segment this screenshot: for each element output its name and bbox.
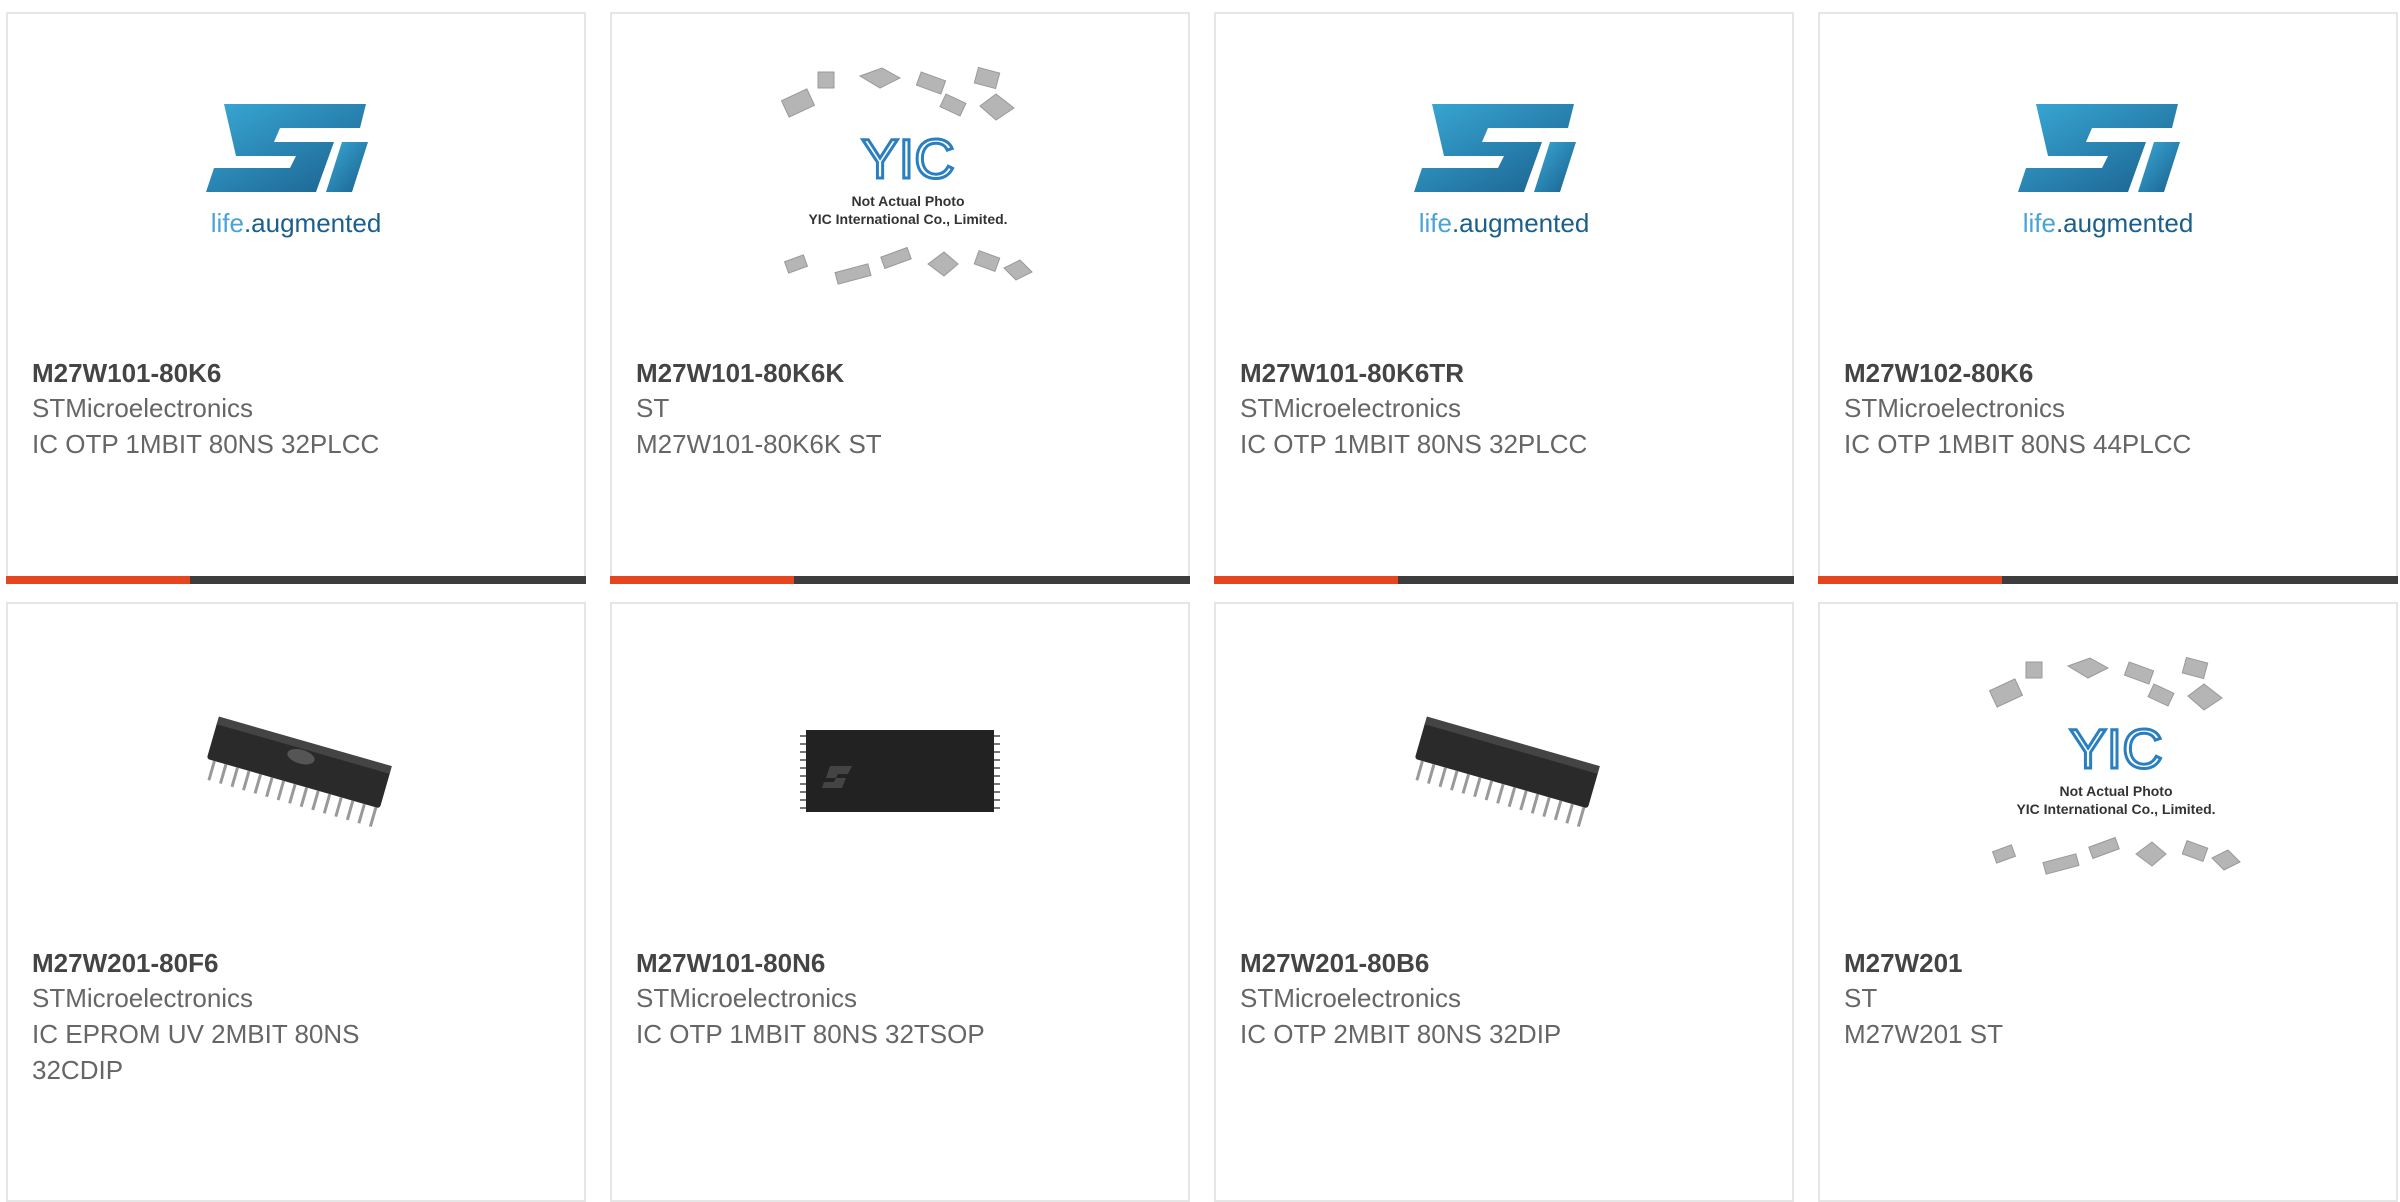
dip-chip-icon bbox=[1415, 716, 1600, 827]
st-logo-icon: life.augmented bbox=[1414, 104, 1590, 238]
part-number[interactable]: M27W101-80K6 bbox=[32, 356, 560, 390]
product-image: YIC Not Actual Photo YIC International C… bbox=[612, 54, 1188, 314]
part-number[interactable]: M27W201 bbox=[1844, 946, 2372, 980]
manufacturer: ST bbox=[1844, 983, 1878, 1013]
svg-text:YIC International Co., Limited: YIC International Co., Limited. bbox=[2016, 801, 2215, 817]
manufacturer: STMicroelectronics bbox=[32, 983, 254, 1013]
svg-text:life.augmented: life.augmented bbox=[1419, 208, 1590, 238]
svg-text:Not Actual Photo: Not Actual Photo bbox=[2059, 783, 2172, 799]
product-grid: life.augmented M27W101-80K6 STMicroelect… bbox=[0, 0, 2400, 1202]
svg-text:life.augmented: life.augmented bbox=[211, 208, 382, 238]
product-card[interactable]: life.augmented M27W102-80K6 STMicroelect… bbox=[1818, 12, 2398, 584]
svg-text:YIC: YIC bbox=[861, 127, 954, 190]
description: IC OTP 1MBIT 80NS 32TSOP bbox=[636, 1019, 985, 1049]
product-card[interactable]: M27W201-80F6 STMicroelectronics IC EPROM… bbox=[6, 602, 586, 1202]
description: IC OTP 2MBIT 80NS 32DIP bbox=[1240, 1019, 1562, 1049]
product-card[interactable]: YIC Not Actual Photo YIC International C… bbox=[1818, 602, 2398, 1202]
description: M27W101-80K6K ST bbox=[636, 429, 882, 459]
description: IC EPROM UV 2MBIT 80NS 32CDIP bbox=[32, 1019, 360, 1085]
tsop-chip-icon bbox=[800, 730, 1000, 812]
part-number[interactable]: M27W102-80K6 bbox=[1844, 356, 2372, 390]
part-number[interactable]: M27W101-80N6 bbox=[636, 946, 1164, 980]
product-card[interactable]: life.augmented M27W101-80K6TR STMicroele… bbox=[1214, 12, 1794, 584]
card-bar bbox=[610, 576, 1190, 584]
product-card[interactable]: life.augmented M27W101-80K6 STMicroelect… bbox=[6, 12, 586, 584]
card-bar bbox=[6, 576, 586, 584]
description: IC OTP 1MBIT 80NS 32PLCC bbox=[1240, 429, 1588, 459]
product-card[interactable]: YIC Not Actual Photo YIC International C… bbox=[610, 12, 1190, 584]
product-card[interactable]: M27W101-80N6 STMicroelectronics IC OTP 1… bbox=[610, 602, 1190, 1202]
product-image: life.augmented bbox=[1216, 54, 1792, 314]
st-logo-icon: life.augmented bbox=[2018, 104, 2194, 238]
product-image bbox=[612, 644, 1188, 904]
part-number[interactable]: M27W201-80B6 bbox=[1240, 946, 1768, 980]
manufacturer: ST bbox=[636, 393, 670, 423]
svg-text:Not Actual Photo: Not Actual Photo bbox=[851, 193, 964, 209]
svg-text:YIC: YIC bbox=[2069, 717, 2162, 780]
part-number[interactable]: M27W201-80F6 bbox=[32, 946, 560, 980]
manufacturer: STMicroelectronics bbox=[636, 983, 858, 1013]
svg-text:YIC International Co., Limited: YIC International Co., Limited. bbox=[808, 211, 1007, 227]
product-card[interactable]: M27W201-80B6 STMicroelectronics IC OTP 2… bbox=[1214, 602, 1794, 1202]
description: IC OTP 1MBIT 80NS 32PLCC bbox=[32, 429, 380, 459]
product-image: life.augmented bbox=[1820, 54, 2396, 314]
product-image bbox=[8, 644, 584, 904]
product-image: life.augmented bbox=[8, 54, 584, 314]
part-number[interactable]: M27W101-80K6TR bbox=[1240, 356, 1768, 390]
description: IC OTP 1MBIT 80NS 44PLCC bbox=[1844, 429, 2192, 459]
manufacturer: STMicroelectronics bbox=[1240, 983, 1462, 1013]
manufacturer: STMicroelectronics bbox=[1240, 393, 1462, 423]
manufacturer: STMicroelectronics bbox=[32, 393, 254, 423]
dip-chip-icon bbox=[207, 716, 392, 827]
card-bar bbox=[1214, 576, 1794, 584]
st-logo-icon: life.augmented bbox=[206, 104, 382, 238]
description: M27W201 ST bbox=[1844, 1019, 2003, 1049]
product-image: YIC Not Actual Photo YIC International C… bbox=[1820, 644, 2396, 904]
part-number[interactable]: M27W101-80K6K bbox=[636, 356, 1164, 390]
product-image bbox=[1216, 644, 1792, 904]
manufacturer: STMicroelectronics bbox=[1844, 393, 2066, 423]
not-actual-photo-icon: YIC Not Actual Photo YIC International C… bbox=[780, 66, 1033, 285]
svg-text:life.augmented: life.augmented bbox=[2023, 208, 2194, 238]
card-bar bbox=[1818, 576, 2398, 584]
not-actual-photo-icon: YIC Not Actual Photo YIC International C… bbox=[1988, 656, 2241, 875]
